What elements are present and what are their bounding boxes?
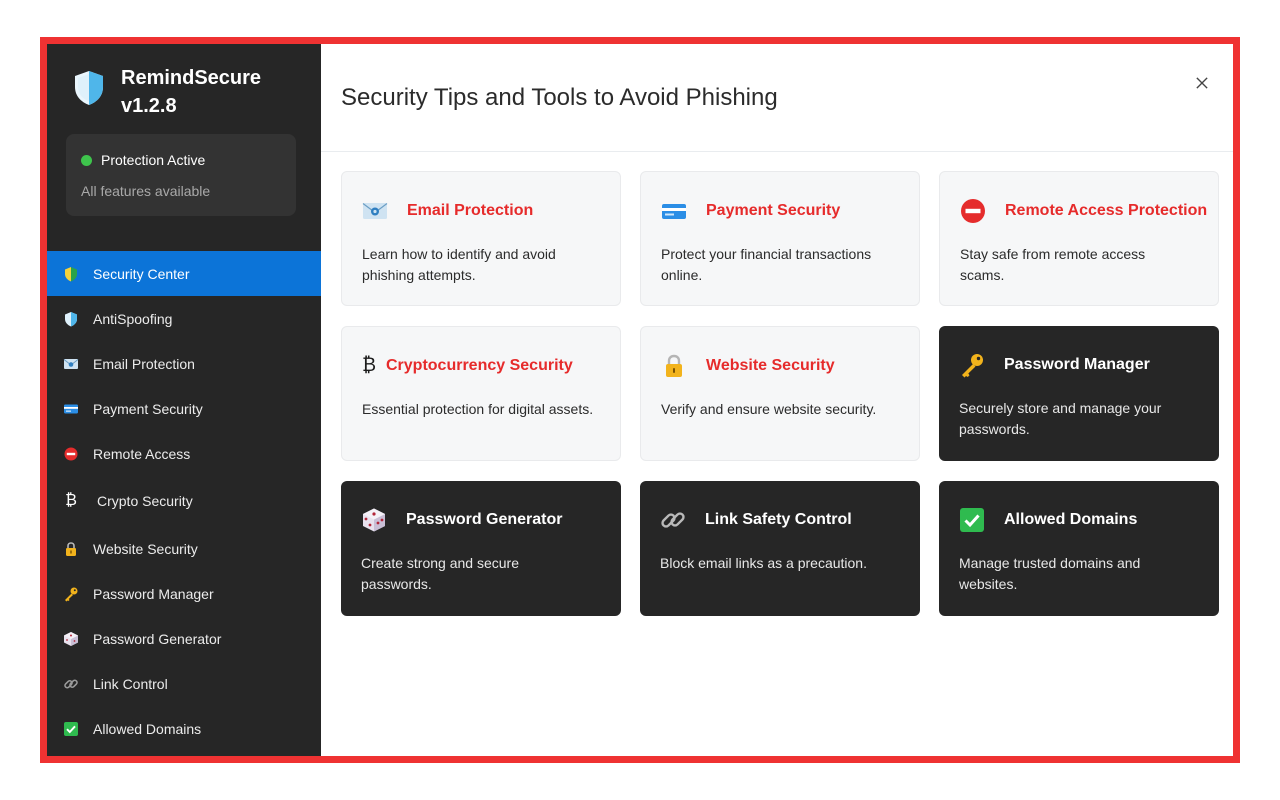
card-title: Link Safety Control bbox=[705, 511, 852, 528]
card-title: Cryptocurrency Security bbox=[386, 357, 573, 374]
bitcoin-icon: ₿ bbox=[361, 355, 377, 376]
card-website-security[interactable]: Website Security Verify and ensure websi… bbox=[640, 326, 920, 461]
status-indicator-icon bbox=[81, 154, 92, 166]
sidebar-nav: Security Center AntiSpoofing Email Prote… bbox=[47, 251, 321, 751]
sidebar-item-label: Link Control bbox=[93, 675, 168, 692]
card-title: Allowed Domains bbox=[1004, 511, 1138, 528]
card-payment-security[interactable]: Payment Security Protect your financial … bbox=[640, 171, 920, 306]
shield-logo-icon bbox=[73, 70, 105, 106]
card-cryptocurrency-security[interactable]: ₿ Cryptocurrency Security Essential prot… bbox=[341, 326, 621, 461]
card-link-safety-control[interactable]: Link Safety Control Block email links as… bbox=[640, 481, 920, 616]
window-frame: RemindSecure v1.2.8 Protection Active Al… bbox=[40, 37, 1240, 763]
card-description: Stay safe from remote access scams. bbox=[960, 246, 1146, 283]
card-description: Manage trusted domains and websites. bbox=[959, 555, 1141, 592]
dice-icon bbox=[63, 631, 79, 647]
check-box-icon bbox=[63, 721, 79, 737]
sidebar-item-password-generator[interactable]: Password Generator bbox=[47, 616, 321, 661]
shield-icon bbox=[63, 311, 79, 327]
sidebar-item-label: Website Security bbox=[93, 540, 198, 557]
card-description: Protect your financial transactions onli… bbox=[661, 246, 872, 283]
card-description: Learn how to identify and avoid phishing… bbox=[362, 246, 556, 283]
card-description: Create strong and secure passwords. bbox=[361, 555, 519, 592]
sidebar-item-antispoofing[interactable]: AntiSpoofing bbox=[47, 296, 321, 341]
sidebar-item-label: Password Generator bbox=[93, 630, 222, 647]
card-title: Remote Access Protection bbox=[1005, 202, 1208, 219]
sidebar-item-payment-security[interactable]: Payment Security bbox=[47, 386, 321, 431]
close-button[interactable] bbox=[1189, 70, 1215, 96]
card-title: Password Generator bbox=[406, 511, 563, 528]
card-title: Email Protection bbox=[407, 202, 534, 219]
key-icon bbox=[959, 352, 985, 378]
sidebar: RemindSecure v1.2.8 Protection Active Al… bbox=[47, 44, 321, 756]
card-password-generator[interactable]: Password Generator Create strong and sec… bbox=[341, 481, 621, 616]
lock-icon bbox=[63, 541, 79, 557]
card-title: Payment Security bbox=[706, 202, 841, 219]
card-title: Password Manager bbox=[1004, 356, 1150, 373]
card-description: Securely store and manage your passwords… bbox=[959, 400, 1162, 437]
sidebar-item-allowed-domains[interactable]: Allowed Domains bbox=[47, 706, 321, 751]
check-box-icon bbox=[959, 507, 985, 533]
close-icon bbox=[1196, 77, 1208, 89]
brand: RemindSecure v1.2.8 bbox=[73, 64, 261, 120]
card-description: Essential protection for digital assets. bbox=[362, 401, 594, 417]
card-allowed-domains[interactable]: Allowed Domains Manage trusted domains a… bbox=[939, 481, 1219, 616]
card-title: Website Security bbox=[706, 357, 835, 374]
envelope-icon bbox=[63, 356, 79, 372]
sidebar-item-label: Payment Security bbox=[93, 400, 203, 417]
sidebar-item-link-control[interactable]: Link Control bbox=[47, 661, 321, 706]
link-icon bbox=[660, 507, 686, 533]
protection-status-card: Protection Active All features available bbox=[66, 134, 296, 216]
card-description: Verify and ensure website security. bbox=[661, 401, 877, 417]
no-entry-icon bbox=[960, 198, 986, 224]
sidebar-item-label: Email Protection bbox=[93, 355, 195, 372]
sidebar-item-label: Crypto Security bbox=[97, 493, 193, 509]
sidebar-item-label: Password Manager bbox=[93, 585, 214, 602]
dice-icon bbox=[361, 507, 387, 533]
cards-grid: Email Protection Learn how to identify a… bbox=[341, 171, 1219, 616]
envelope-icon bbox=[362, 198, 388, 224]
sidebar-item-email-protection[interactable]: Email Protection bbox=[47, 341, 321, 386]
key-icon bbox=[63, 586, 79, 602]
no-entry-icon bbox=[63, 446, 79, 462]
bitcoin-icon: ₿ bbox=[65, 492, 77, 509]
status-subtitle: All features available bbox=[81, 183, 211, 199]
main-content: Security Tips and Tools to Avoid Phishin… bbox=[321, 44, 1233, 756]
header: Security Tips and Tools to Avoid Phishin… bbox=[321, 44, 1233, 152]
sidebar-item-password-manager[interactable]: Password Manager bbox=[47, 571, 321, 616]
card-email-protection[interactable]: Email Protection Learn how to identify a… bbox=[341, 171, 621, 306]
card-description: Block email links as a precaution. bbox=[660, 555, 867, 571]
sidebar-item-label: Security Center bbox=[93, 265, 190, 282]
card-remote-access-protection[interactable]: Remote Access Protection Stay safe from … bbox=[939, 171, 1219, 306]
lock-icon bbox=[661, 353, 687, 379]
shield-split-icon bbox=[63, 266, 79, 282]
sidebar-item-website-security[interactable]: Website Security bbox=[47, 526, 321, 571]
sidebar-item-label: Remote Access bbox=[93, 445, 191, 462]
sidebar-item-label: Allowed Domains bbox=[93, 720, 202, 737]
link-icon bbox=[63, 676, 79, 692]
status-title: Protection Active bbox=[101, 152, 206, 168]
page-title: Security Tips and Tools to Avoid Phishin… bbox=[341, 84, 778, 111]
credit-card-icon bbox=[661, 198, 687, 224]
sidebar-item-label: AntiSpoofing bbox=[93, 310, 173, 327]
app-version: v1.2.8 bbox=[121, 95, 177, 117]
card-password-manager[interactable]: Password Manager Securely store and mana… bbox=[939, 326, 1219, 461]
app-window: RemindSecure v1.2.8 Protection Active Al… bbox=[47, 44, 1233, 756]
sidebar-item-security-center[interactable]: Security Center bbox=[47, 251, 321, 296]
app-name: RemindSecure bbox=[121, 67, 262, 89]
sidebar-item-crypto-security[interactable]: ₿ Crypto Security bbox=[47, 476, 321, 526]
credit-card-icon bbox=[63, 401, 79, 417]
sidebar-item-remote-access[interactable]: Remote Access bbox=[47, 431, 321, 476]
